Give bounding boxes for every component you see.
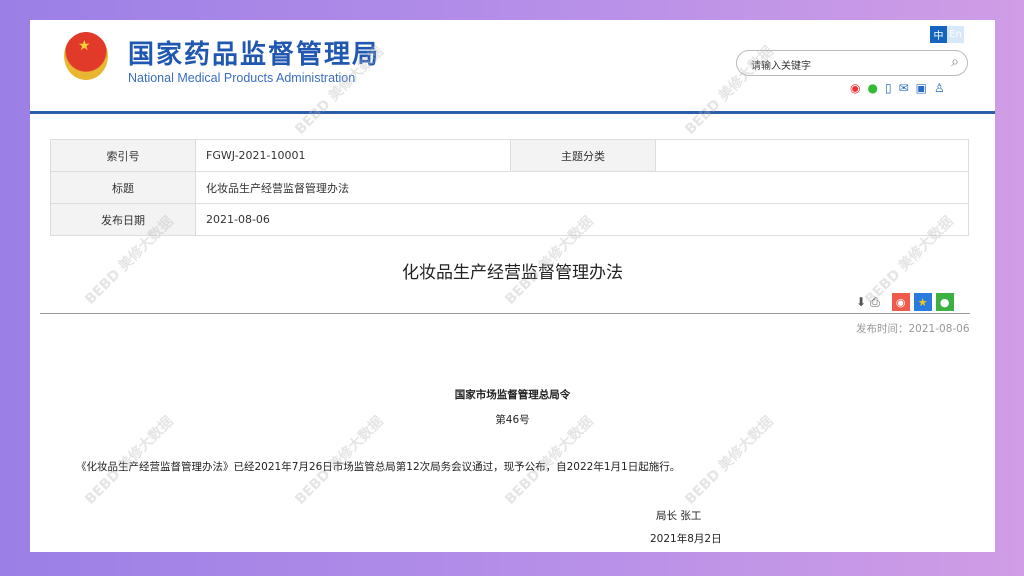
- table-row: 索引号 FGWJ-2021-10001 主题分类: [50, 139, 969, 172]
- index-value: FGWJ-2021-10001: [195, 139, 511, 172]
- title-label: 标题: [50, 171, 196, 204]
- table-row: 标题 化妆品生产经营监督管理办法: [50, 171, 969, 204]
- language-switch: 中 En: [930, 26, 964, 43]
- title-value: 化妆品生产经营监督管理办法: [195, 171, 969, 204]
- national-emblem-logo: [64, 32, 108, 80]
- share-qzone-icon[interactable]: ★: [913, 293, 932, 311]
- date-label: 发布日期: [50, 203, 196, 236]
- signature: 局长 张工: [656, 510, 702, 522]
- article-tools: ⬇ ⎙ ◉ ★ ●: [856, 293, 954, 311]
- info-table: 索引号 FGWJ-2021-10001 主题分类 标题 化妆品生产经营监督管理办…: [50, 139, 969, 236]
- download-icon[interactable]: ⬇: [856, 295, 866, 309]
- date-value: 2021-08-06: [195, 203, 969, 236]
- share-weibo-icon[interactable]: ◉: [891, 293, 910, 311]
- lang-en-button[interactable]: En: [947, 26, 964, 43]
- table-row: 发布日期 2021-08-06: [50, 203, 969, 236]
- message-icon[interactable]: ▣: [916, 81, 927, 95]
- category-value: [655, 139, 969, 172]
- weibo-icon[interactable]: ◉: [850, 81, 860, 95]
- user-icon[interactable]: ♙: [934, 81, 945, 95]
- share-wechat-icon[interactable]: ●: [935, 293, 954, 311]
- search-placeholder: 请输入关键字: [751, 61, 811, 72]
- social-links: ◉ ● ▯ ✉ ▣ ♙: [850, 81, 945, 95]
- index-label: 索引号: [50, 139, 196, 172]
- article-divider: [40, 313, 970, 314]
- mail-icon[interactable]: ✉: [899, 81, 909, 95]
- print-icon[interactable]: ⎙: [870, 295, 880, 310]
- wechat-icon[interactable]: ●: [867, 81, 877, 95]
- header-divider: [30, 111, 995, 114]
- site-logo-cn[interactable]: 国家药品监督管理局: [128, 34, 380, 71]
- publish-time: 发布时间：2021-08-06: [856, 323, 970, 335]
- search-input[interactable]: 请输入关键字 ⌕: [736, 50, 968, 76]
- article-title: 化妆品生产经营监督管理办法: [402, 263, 623, 283]
- signature-date: 2021年8月2日: [650, 533, 722, 545]
- page: 国家药品监督管理局 National Medical Products Admi…: [30, 20, 995, 552]
- issuer: 国家市场监督管理总局令: [454, 389, 571, 401]
- mobile-icon[interactable]: ▯: [885, 81, 892, 95]
- lang-zh-button[interactable]: 中: [930, 26, 947, 43]
- search-icon[interactable]: ⌕: [951, 54, 959, 70]
- article-paragraph: 《化妆品生产经营监督管理办法》已经2021年7月26日市场监管总局第12次局务会…: [76, 461, 681, 473]
- order-number: 第46号: [495, 414, 530, 426]
- category-label: 主题分类: [510, 139, 656, 172]
- site-logo-en[interactable]: National Medical Products Administration: [128, 71, 355, 85]
